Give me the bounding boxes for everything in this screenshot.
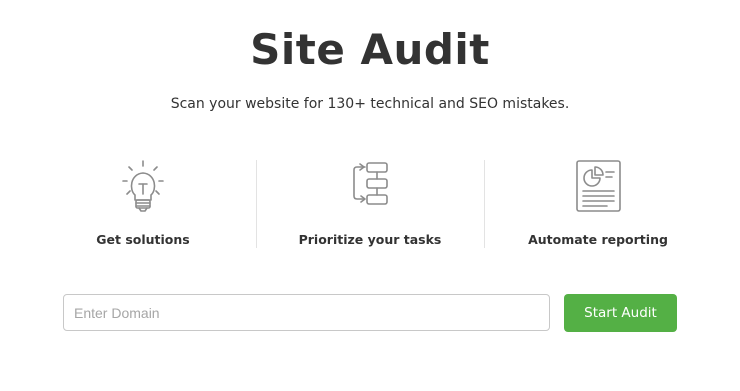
feature-get-solutions: Get solutions <box>30 158 256 250</box>
domain-input[interactable] <box>63 294 550 331</box>
lightbulb-icon <box>122 160 164 212</box>
task-hierarchy-icon <box>353 162 388 205</box>
page-title: Site Audit <box>250 25 490 74</box>
start-audit-button[interactable]: Start Audit <box>564 294 677 332</box>
feature-label: Automate reporting <box>528 232 668 247</box>
feature-prioritize-tasks: Prioritize your tasks <box>257 158 483 250</box>
site-audit-page: Site Audit Scan your website for 130+ te… <box>0 0 740 391</box>
feature-label: Prioritize your tasks <box>298 232 442 247</box>
report-document-icon <box>576 160 621 212</box>
feature-automate-reporting: Automate reporting <box>485 158 711 250</box>
features-row: Get solutions Prioritize your tasks Auto… <box>30 158 710 250</box>
page-subtitle: Scan your website for 130+ technical and… <box>170 96 570 112</box>
feature-label: Get solutions <box>96 232 190 247</box>
